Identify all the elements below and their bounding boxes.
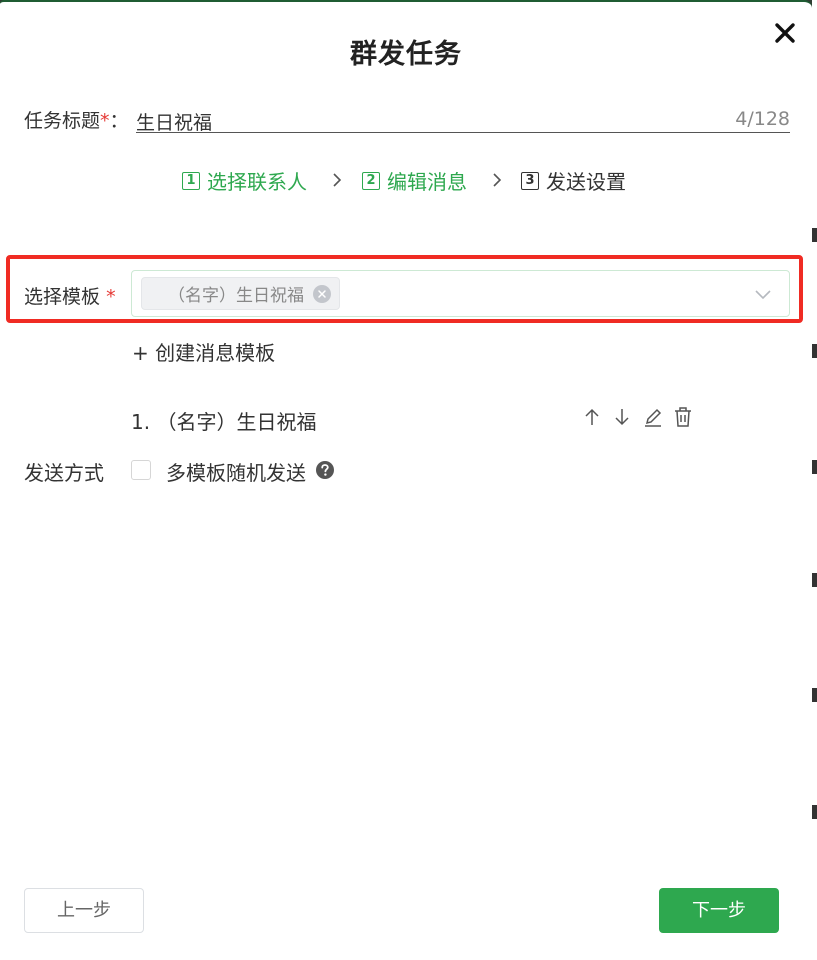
- backdrop-fragment: [812, 344, 817, 358]
- step-send-settings[interactable]: 3 发送设置: [521, 166, 626, 195]
- mass-send-dialog: 群发任务 任务标题*： 生日祝福 4/128 1 选择联系人 2 编辑消息 3 发送设…: [0, 0, 812, 960]
- task-title-value: 生日祝福: [136, 112, 213, 134]
- template-item-name: 1. （名字）生日祝福: [131, 410, 317, 434]
- help-icon[interactable]: [315, 460, 335, 484]
- send-mode-row: 发送方式 多模板随机发送: [24, 457, 724, 487]
- template-select-label: 选择模板 *: [24, 286, 116, 308]
- close-circle-icon[interactable]: [313, 284, 331, 303]
- tag-label: （名字）生日祝福: [168, 286, 304, 306]
- step-label: 发送设置: [546, 170, 626, 194]
- step-number: 2: [362, 171, 380, 190]
- chevron-right-icon: [490, 170, 504, 194]
- next-step-button[interactable]: 下一步: [659, 888, 779, 933]
- backdrop-fragment: [812, 688, 817, 702]
- arrow-down-icon[interactable]: [612, 406, 642, 430]
- random-send-checkbox[interactable]: [131, 460, 151, 480]
- arrow-up-icon[interactable]: [582, 406, 612, 430]
- trash-icon[interactable]: [672, 406, 702, 430]
- step-indicator: 1 选择联系人 2 编辑消息 3 发送设置: [0, 166, 812, 196]
- step-number: 1: [182, 171, 200, 190]
- step-label: 选择联系人: [207, 170, 307, 194]
- edit-icon[interactable]: [642, 406, 672, 430]
- char-counter: 4/128: [735, 108, 790, 130]
- backdrop-fragment: [812, 805, 817, 819]
- step-number: 3: [521, 171, 539, 190]
- selected-template-tag: （名字）生日祝福: [141, 277, 340, 310]
- prev-step-button[interactable]: 上一步: [24, 888, 144, 933]
- step-edit-message[interactable]: 2 编辑消息: [362, 166, 467, 195]
- create-template-link[interactable]: + 创建消息模板: [132, 337, 275, 366]
- required-mark: *: [106, 286, 116, 308]
- close-icon[interactable]: [772, 20, 798, 46]
- template-item-actions: [582, 406, 702, 430]
- step-label: 编辑消息: [387, 170, 467, 194]
- chevron-down-icon[interactable]: [753, 286, 773, 305]
- step-select-contacts[interactable]: 1 选择联系人: [182, 166, 307, 195]
- chevron-right-icon: [330, 170, 344, 194]
- dialog-title: 群发任务: [350, 39, 462, 70]
- required-mark: *: [100, 110, 110, 132]
- template-list-item: 1. （名字）生日祝福: [131, 406, 701, 434]
- backdrop-fragment: [812, 573, 817, 587]
- random-send-label[interactable]: 多模板随机发送: [166, 457, 306, 486]
- task-title-row: 任务标题*： 生日祝福 4/128: [24, 106, 792, 136]
- backdrop-fragment: [812, 460, 817, 474]
- send-mode-label: 发送方式: [24, 461, 104, 485]
- template-select[interactable]: （名字）生日祝福: [131, 270, 790, 317]
- backdrop-fragment: [812, 228, 817, 242]
- task-title-label: 任务标题*：: [24, 110, 129, 132]
- task-title-input[interactable]: 生日祝福 4/128: [136, 106, 790, 134]
